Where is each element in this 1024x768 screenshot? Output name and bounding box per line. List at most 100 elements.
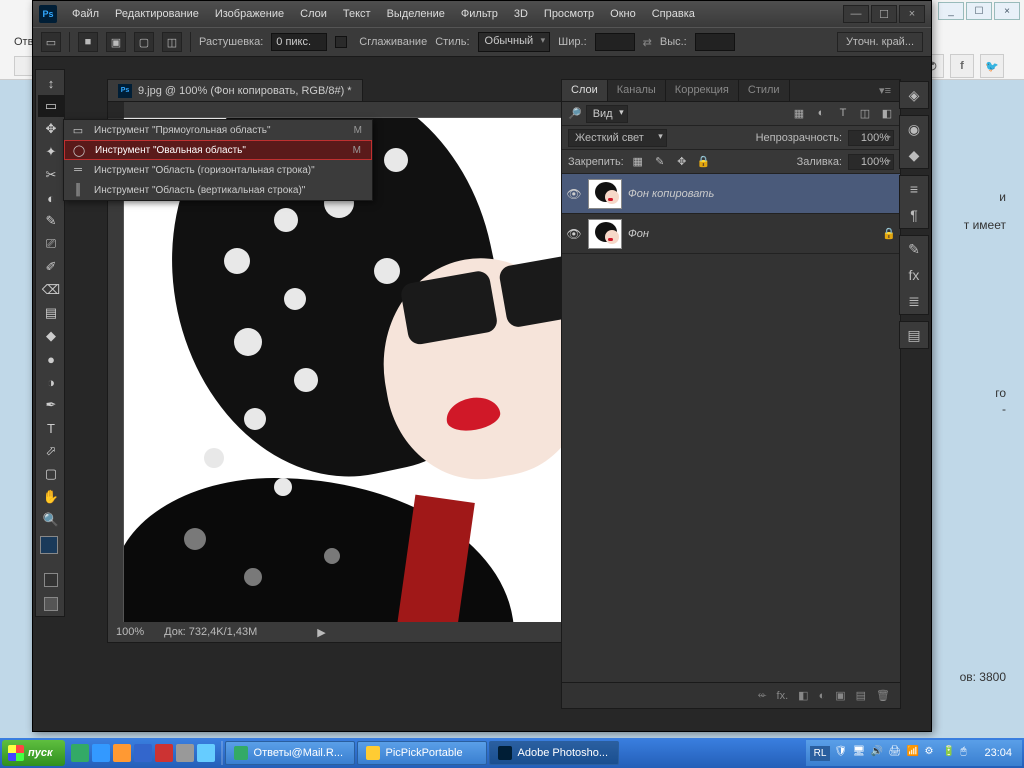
fill-input[interactable]: 100% <box>848 154 894 170</box>
ruler-horizontal[interactable] <box>124 102 586 118</box>
tab-layers[interactable]: Слои <box>562 80 608 101</box>
screenmode-button[interactable] <box>38 594 64 614</box>
bg-close-icon[interactable]: × <box>994 2 1020 20</box>
strip-styles-icon[interactable]: ◆ <box>903 146 925 164</box>
strip-para-icon[interactable]: ¶ <box>903 206 925 224</box>
tray-icon-4[interactable]: 🖨 <box>888 746 902 760</box>
zoom-level[interactable]: 100% <box>116 626 144 638</box>
selection-sub-icon[interactable]: ▢ <box>134 32 154 52</box>
layer-name[interactable]: Фон <box>628 228 876 240</box>
ps-titlebar[interactable]: Ps Файл Редактирование Изображение Слои … <box>33 1 931 27</box>
tool-brush[interactable]: ⎚ <box>38 233 64 255</box>
tab-adjustments[interactable]: Коррекция <box>666 80 739 101</box>
refine-edge-button[interactable]: Уточн. край... <box>837 32 923 52</box>
menu-filter[interactable]: Фильтр <box>454 4 505 24</box>
bg-max-icon[interactable]: ☐ <box>966 2 992 20</box>
status-play-icon[interactable]: ▶ <box>317 626 325 639</box>
tool-marquee[interactable]: ▭ <box>38 95 64 117</box>
feather-input[interactable]: 0 пикс. <box>271 33 327 51</box>
filter-kind-select[interactable]: Вид <box>586 105 628 123</box>
tool-blur[interactable]: ● <box>38 348 64 370</box>
tool-type[interactable]: T <box>38 417 64 439</box>
menu-file[interactable]: Файл <box>65 4 106 24</box>
tool-eyedropper[interactable]: ◐ <box>38 187 64 209</box>
tray-icon-3[interactable]: 🔊 <box>870 746 884 760</box>
blend-mode-select[interactable]: Жесткий свет <box>568 129 667 147</box>
antialias-checkbox[interactable] <box>335 36 347 48</box>
filter-pixel-icon[interactable]: ▦ <box>792 107 806 120</box>
tray-icon-2[interactable]: 🖥 <box>852 746 866 760</box>
ql-icon-7[interactable] <box>197 744 215 762</box>
strip-fx-icon[interactable]: fx <box>903 266 925 284</box>
menu-edit[interactable]: Редактирование <box>108 4 206 24</box>
mask-icon[interactable]: ◧ <box>798 689 808 702</box>
selection-add-icon[interactable]: ▣ <box>106 32 126 52</box>
lock-paint-icon[interactable]: ✎ <box>652 155 668 168</box>
tray-icon-5[interactable]: 📶 <box>906 746 920 760</box>
tray-icon-7[interactable]: 🔋 <box>942 746 956 760</box>
tool-dodge[interactable]: ◑ <box>38 371 64 393</box>
adjustment-icon[interactable]: ◐ <box>819 690 826 702</box>
ql-icon-3[interactable] <box>113 744 131 762</box>
panel-menu-icon[interactable]: ▾≡ <box>871 80 900 101</box>
tool-preset-icon[interactable]: ▭ <box>41 32 61 52</box>
tool-wand[interactable]: ✦ <box>38 141 64 163</box>
layer-name[interactable]: Фон копировать <box>628 188 896 200</box>
layer-thumb[interactable] <box>588 179 622 209</box>
lang-indicator[interactable]: RL <box>810 746 831 761</box>
flyout-row-marquee[interactable]: ═ Инструмент "Область (горизонтальная ст… <box>64 160 372 180</box>
flyout-col-marquee[interactable]: ║ Инструмент "Область (вертикальная стро… <box>64 180 372 200</box>
task-photoshop[interactable]: Adobe Photosho... <box>489 741 619 765</box>
document-tab[interactable]: Ps 9.jpg @ 100% (Фон копировать, RGB/8#)… <box>107 79 363 101</box>
filter-shape-icon[interactable]: ◫ <box>858 107 872 120</box>
tool-history[interactable]: ⌫ <box>38 279 64 301</box>
strip-layers-icon[interactable]: ▤ <box>903 326 925 344</box>
lock-all-icon[interactable]: 🔒 <box>696 155 712 168</box>
tool-lasso[interactable]: ✥ <box>38 118 64 140</box>
swap-icon[interactable]: ⇄ <box>643 36 652 49</box>
menu-view[interactable]: Просмотр <box>537 4 601 24</box>
color-swatches[interactable] <box>38 532 62 566</box>
ps-close-button[interactable]: × <box>899 5 925 23</box>
task-picpick[interactable]: PicPickPortable <box>357 741 487 765</box>
lock-pos-icon[interactable]: ✥ <box>674 155 690 168</box>
group-icon[interactable]: ▣ <box>835 689 845 702</box>
strip-swatches-icon[interactable]: ◉ <box>903 120 925 138</box>
selection-new-icon[interactable]: ■ <box>78 32 98 52</box>
layer-thumb[interactable] <box>588 219 622 249</box>
strip-brush-icon[interactable]: ✎ <box>903 240 925 258</box>
ps-min-button[interactable]: — <box>843 5 869 23</box>
foreground-swatch[interactable] <box>40 536 58 554</box>
opacity-input[interactable]: 100% <box>848 130 894 146</box>
layer-row[interactable]: 👁 Фон 🔒 <box>562 214 900 254</box>
tool-path[interactable]: ⬀ <box>38 440 64 462</box>
filter-adjust-icon[interactable]: ◐ <box>814 107 828 120</box>
tray-icon-8[interactable]: 🖱 <box>960 746 974 760</box>
strip-char-icon[interactable]: ≡ <box>903 180 925 198</box>
new-layer-icon[interactable]: ▤ <box>856 689 866 702</box>
ql-icon-6[interactable] <box>176 744 194 762</box>
fx-icon[interactable]: fx. <box>777 690 789 702</box>
width-input[interactable] <box>595 33 635 51</box>
tab-channels[interactable]: Каналы <box>608 80 666 101</box>
ps-max-button[interactable]: ☐ <box>871 5 897 23</box>
ql-icon-1[interactable] <box>71 744 89 762</box>
menu-help[interactable]: Справка <box>645 4 702 24</box>
ql-icon-2[interactable] <box>92 744 110 762</box>
clock[interactable]: 23:04 <box>978 747 1018 759</box>
tool-shape[interactable]: ▢ <box>38 463 64 485</box>
tool-hand[interactable]: ✋ <box>38 486 64 508</box>
filter-smart-icon[interactable]: ◧ <box>880 107 894 120</box>
filter-type-icon[interactable]: T <box>836 107 850 120</box>
menu-image[interactable]: Изображение <box>208 4 291 24</box>
tool-eraser[interactable]: ▤ <box>38 302 64 324</box>
ql-icon-5[interactable] <box>155 744 173 762</box>
menu-layers[interactable]: Слои <box>293 4 334 24</box>
menu-3d[interactable]: 3D <box>507 4 535 24</box>
tab-styles[interactable]: Стили <box>739 80 790 101</box>
bg-home-icon[interactable] <box>14 56 34 76</box>
flyout-rect-marquee[interactable]: ▭ Инструмент "Прямоугольная область" M <box>64 120 372 140</box>
ql-icon-4[interactable] <box>134 744 152 762</box>
tray-icon-1[interactable]: 🛡 <box>834 746 848 760</box>
tool-crop[interactable]: ✂ <box>38 164 64 186</box>
